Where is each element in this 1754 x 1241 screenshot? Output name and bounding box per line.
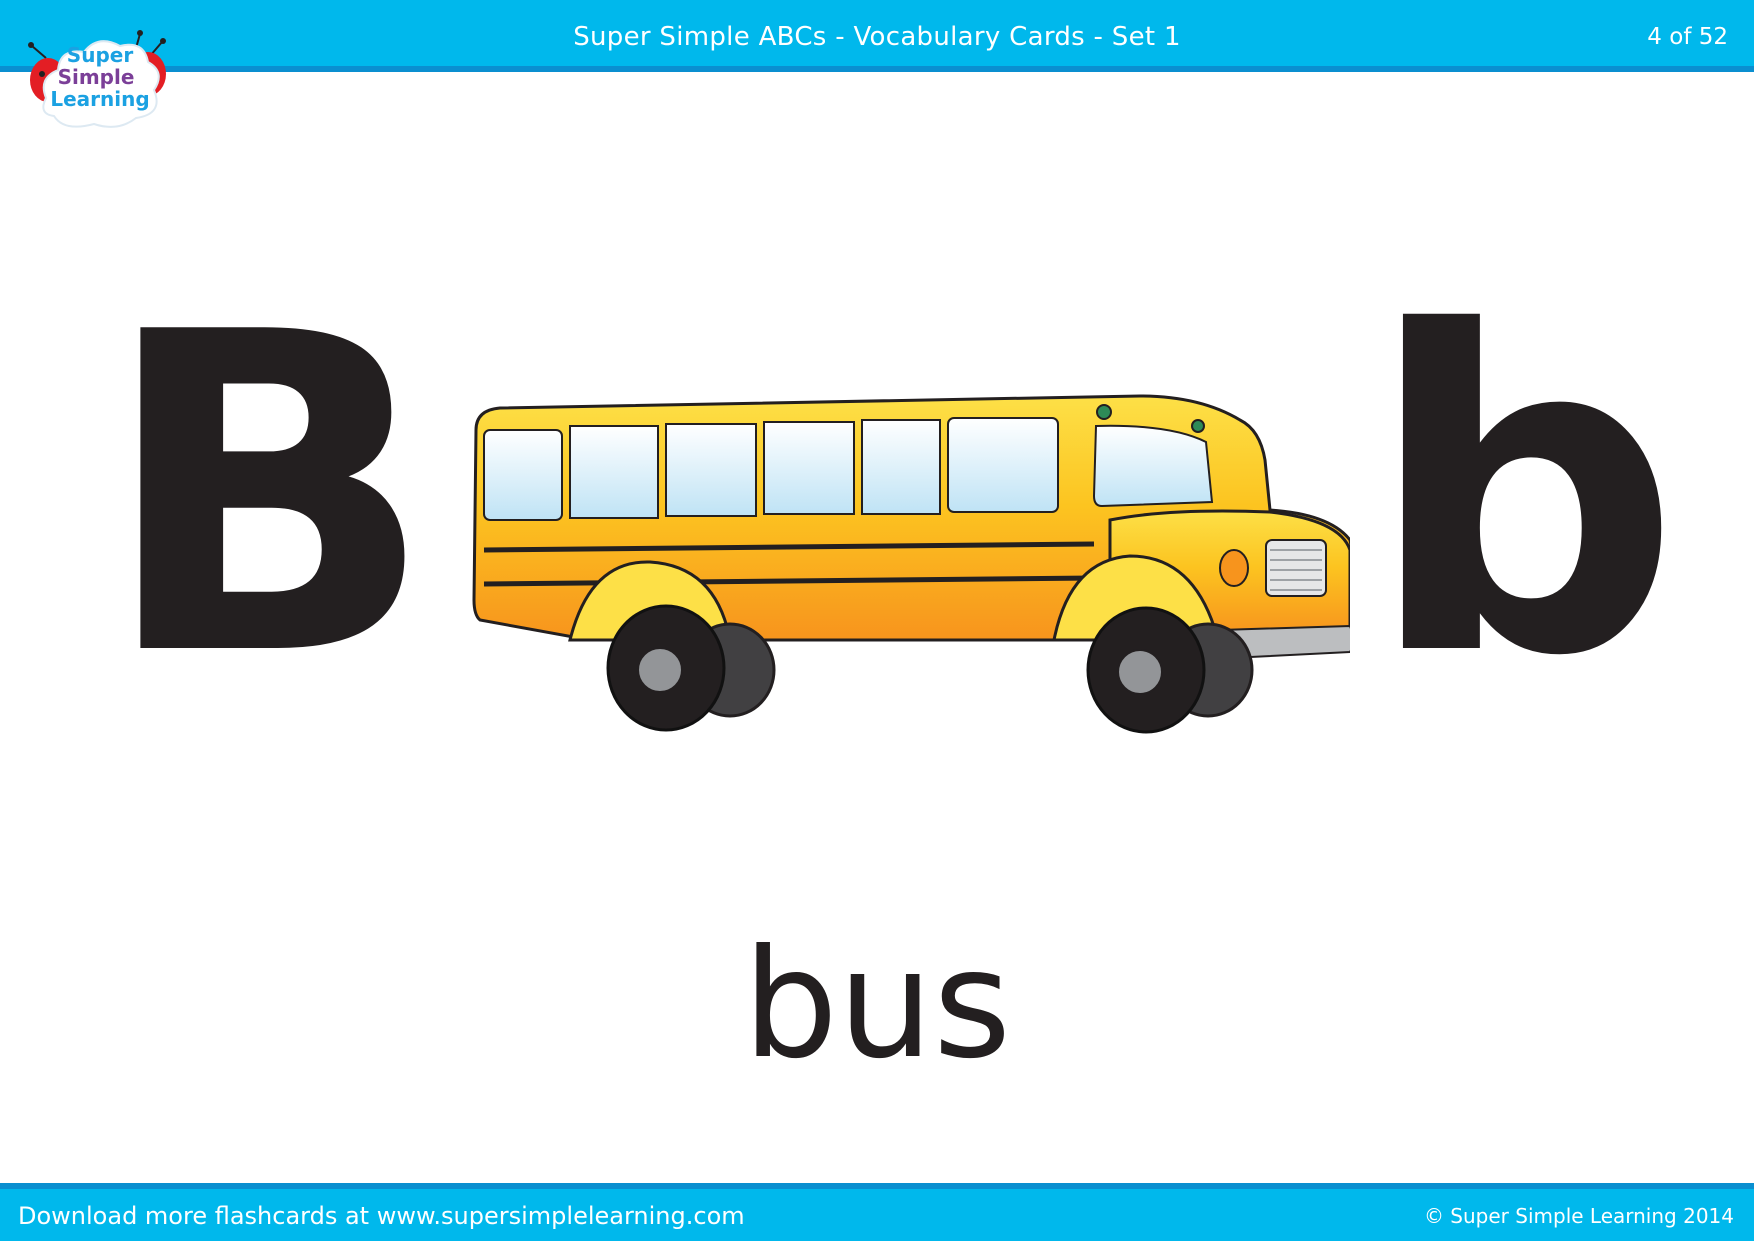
lowercase-letter: b xyxy=(1366,240,1681,752)
header-bar: Super Simple ABCs - Vocabulary Cards - S… xyxy=(0,0,1754,72)
school-bus-illustration xyxy=(472,394,1350,734)
logo-word-1: Super xyxy=(67,43,134,67)
page-indicator: 4 of 52 xyxy=(1647,24,1728,50)
copyright-text: © Super Simple Learning 2014 xyxy=(1423,1204,1734,1228)
super-simple-learning-logo[interactable]: Super Simple Learning xyxy=(24,28,176,132)
uppercase-letter: B xyxy=(100,240,436,752)
footer-bar: Download more flashcards at www.supersim… xyxy=(0,1183,1754,1241)
logo-word-3: Learning xyxy=(50,87,149,111)
download-link[interactable]: Download more flashcards at www.supersim… xyxy=(18,1202,745,1230)
header-title: Super Simple ABCs - Vocabulary Cards - S… xyxy=(573,22,1181,52)
flashcard-page: Super Simple ABCs - Vocabulary Cards - S… xyxy=(0,0,1754,1241)
logo-word-2: Simple xyxy=(58,65,135,89)
vocabulary-word: bus xyxy=(742,918,1012,1092)
